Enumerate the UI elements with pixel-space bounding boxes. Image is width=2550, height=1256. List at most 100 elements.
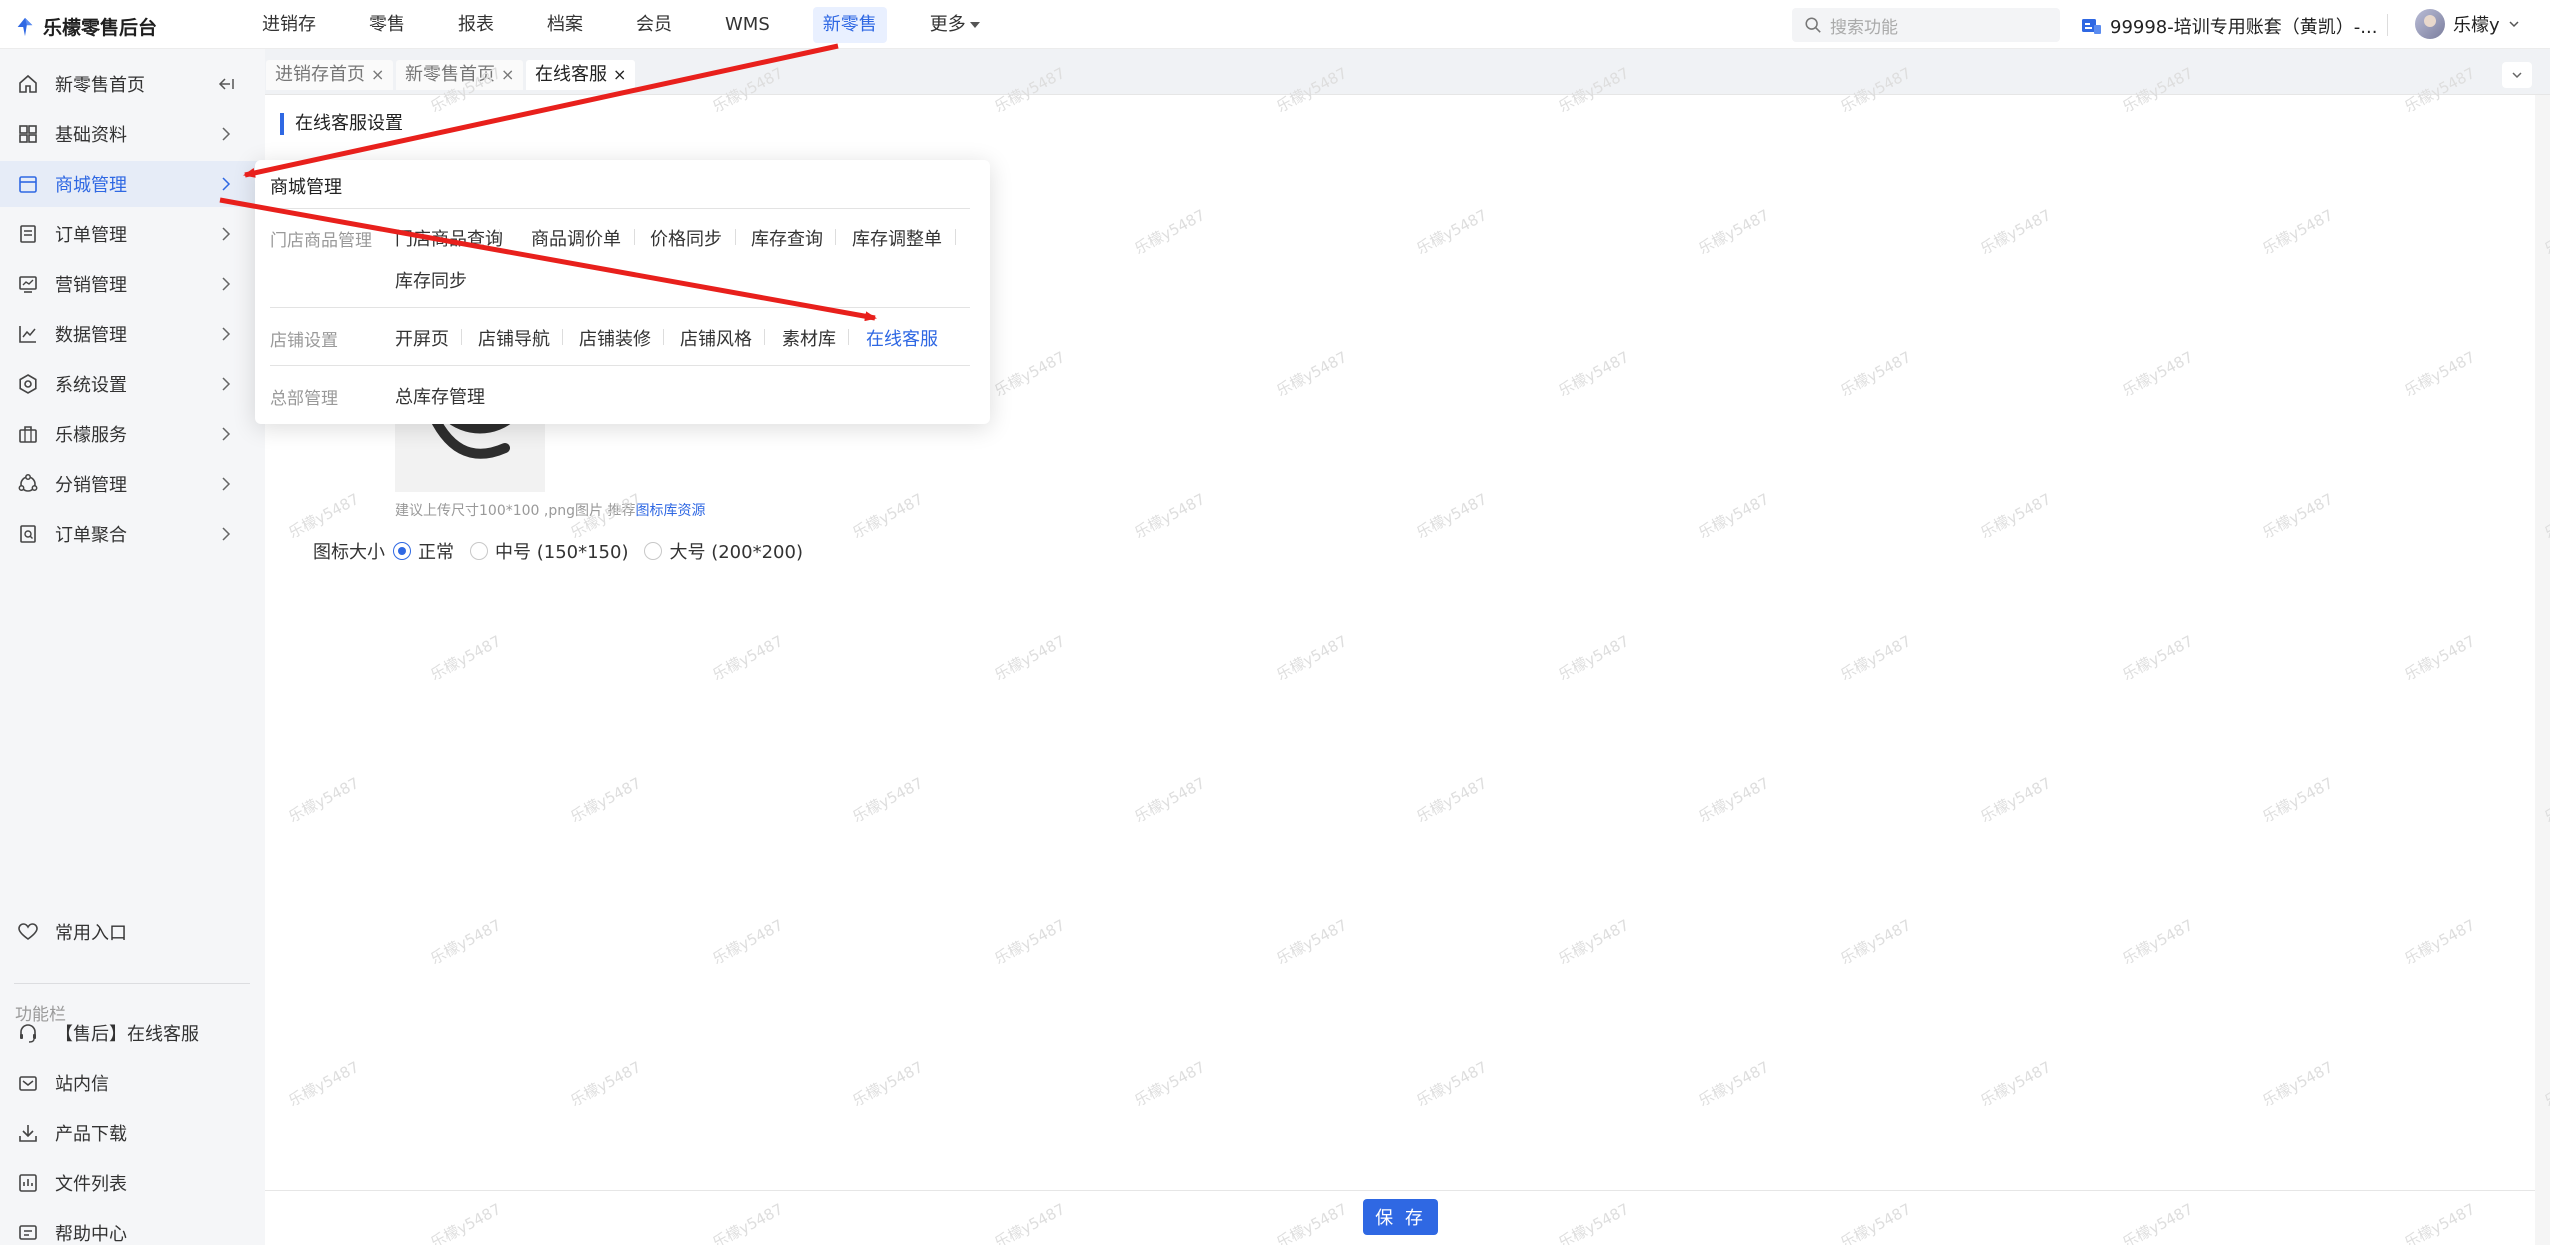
menu-link-splash-page[interactable]: 开屏页 <box>395 325 449 351</box>
chevron-down-icon <box>2512 72 2522 79</box>
sidebar-func-help[interactable]: 帮助中心 <box>0 1210 265 1256</box>
scrollbar[interactable] <box>2535 95 2550 1245</box>
size-radio-large[interactable]: 大号 (200*200) <box>644 538 803 564</box>
close-icon[interactable]: × <box>501 65 514 84</box>
menu-link-price-adjust[interactable]: 商品调价单 <box>531 225 621 251</box>
sidebar-func-file-list[interactable]: 文件列表 <box>0 1160 265 1206</box>
app-logo[interactable]: 乐檬零售后台 <box>14 13 157 40</box>
dropdown-divider <box>270 307 970 308</box>
document-icon <box>17 223 39 245</box>
upload-hint: 建议上传尺寸100*100 ,png图片 推荐图标库资源 <box>395 500 705 520</box>
radio-icon <box>644 542 663 560</box>
icon-size-row: 图标大小 正常 中号 (150*150) 大号 (200*200) <box>313 538 819 564</box>
menu-link-stock-query[interactable]: 库存查询 <box>751 225 823 251</box>
menu-link-store-decor[interactable]: 店铺装修 <box>579 325 651 351</box>
menu-link-stock-adjust[interactable]: 库存调整单 <box>852 225 942 251</box>
tab-label: 在线客服 <box>535 64 607 85</box>
sidebar-item-label: 基础资料 <box>55 125 127 146</box>
help-icon <box>17 1222 39 1244</box>
sidebar-item-data-management[interactable]: 数据管理 <box>0 311 265 357</box>
sidebar-item-label: 商城管理 <box>55 175 127 196</box>
sidebar-item-order-aggregation[interactable]: 订单聚合 <box>0 511 265 557</box>
topnav-item-reports[interactable]: 报表 <box>448 7 504 43</box>
header-divider <box>2387 14 2388 36</box>
tab-online-service[interactable]: 在线客服 × <box>526 60 636 90</box>
avatar <box>2415 9 2445 39</box>
menu-link-stock-sync[interactable]: 库存同步 <box>395 267 467 293</box>
sidebar-item-mall-management[interactable]: 商城管理 <box>0 161 265 207</box>
briefcase-icon <box>17 423 39 445</box>
top-nav: 进销存 零售 报表 档案 会员 WMS 新零售 更多 <box>252 0 1023 49</box>
heart-icon <box>17 921 39 943</box>
tab-jinxiaocun-home[interactable]: 进销存首页 × <box>266 60 394 90</box>
size-radio-normal[interactable]: 正常 <box>393 538 454 564</box>
close-icon[interactable]: × <box>613 65 626 84</box>
chart-icon <box>17 323 39 345</box>
file-list-icon <box>17 1172 39 1194</box>
dropdown-title: 商城管理 <box>270 177 342 198</box>
menu-link-price-sync[interactable]: 价格同步 <box>650 225 722 251</box>
sidebar-item-system-settings[interactable]: 系统设置 <box>0 361 265 407</box>
menu-link-material-library[interactable]: 素材库 <box>782 325 836 351</box>
topnav-item-wms[interactable]: WMS <box>715 7 780 43</box>
sidebar-item-label: 数据管理 <box>55 325 127 346</box>
home-icon <box>17 73 39 95</box>
icon-library-link[interactable]: 图标库资源 <box>635 503 705 519</box>
share-icon <box>17 473 39 495</box>
chevron-right-icon <box>222 177 231 191</box>
top-bar: 乐檬零售后台 进销存 零售 报表 档案 会员 WMS 新零售 更多 搜索功能 9… <box>0 0 2550 49</box>
sidebar-item-new-retail-home[interactable]: 新零售首页 <box>0 61 265 107</box>
topnav-item-archive[interactable]: 档案 <box>537 7 593 43</box>
link-separator <box>634 229 635 245</box>
close-icon[interactable]: × <box>371 65 384 84</box>
sidebar-func-download[interactable]: 产品下载 <box>0 1110 265 1156</box>
topnav-item-new-retail[interactable]: 新零售 <box>812 6 887 43</box>
chevron-right-icon <box>222 527 231 541</box>
tab-bar: 进销存首页 × 新零售首页 × 在线客服 × <box>265 49 2550 95</box>
icon-size-label: 图标大小 <box>313 542 385 563</box>
radio-label: 正常 <box>418 542 454 563</box>
collapse-sidebar-icon[interactable] <box>216 74 236 94</box>
chevron-right-icon <box>222 277 231 291</box>
tabs-menu-button[interactable] <box>2502 62 2532 88</box>
sidebar-item-label: 系统设置 <box>55 375 127 396</box>
chevron-right-icon <box>222 427 231 441</box>
topnav-more-label: 更多 <box>929 13 966 35</box>
sidebar-item-marketing[interactable]: 营销管理 <box>0 261 265 307</box>
topnav-item-members[interactable]: 会员 <box>626 7 682 43</box>
account-icon <box>2082 19 2101 34</box>
tab-label: 新零售首页 <box>405 64 495 85</box>
link-separator <box>461 329 462 345</box>
menu-link-store-product-query[interactable]: 门店商品查询 <box>395 225 503 251</box>
sidebar-item-lemeng-service[interactable]: 乐檬服务 <box>0 411 265 457</box>
sidebar-item-basic-data[interactable]: 基础资料 <box>0 111 265 157</box>
sidebar-item-distribution[interactable]: 分销管理 <box>0 461 265 507</box>
user-menu[interactable]: 乐檬y <box>2415 9 2520 39</box>
search-input[interactable]: 搜索功能 <box>1792 8 2060 42</box>
menu-link-online-service[interactable]: 在线客服 <box>866 325 938 351</box>
sidebar-item-order-management[interactable]: 订单管理 <box>0 211 265 257</box>
link-separator <box>735 229 736 245</box>
sidebar-item-label: 乐檬服务 <box>55 425 127 446</box>
account-switcher[interactable]: 99998-培训专用账套（黄凯）-... <box>2080 13 2377 39</box>
save-button[interactable]: 保 存 <box>1363 1199 1438 1235</box>
sidebar-favorites-label: 常用入口 <box>55 923 127 944</box>
upload-hint-text: 建议上传尺寸100*100 ,png图片 推荐 <box>395 503 636 519</box>
menu-link-store-style[interactable]: 店铺风格 <box>680 325 752 351</box>
link-separator <box>562 329 563 345</box>
topnav-item-retail[interactable]: 零售 <box>359 7 415 43</box>
link-separator <box>499 229 500 245</box>
sidebar-func-messages[interactable]: 站内信 <box>0 1060 265 1106</box>
topnav-item-more[interactable]: 更多 <box>920 7 990 43</box>
size-radio-medium[interactable]: 中号 (150*150) <box>470 538 628 564</box>
sidebar-func-label: 帮助中心 <box>55 1224 127 1245</box>
tab-new-retail-home[interactable]: 新零售首页 × <box>396 60 524 90</box>
chevron-right-icon <box>222 127 231 141</box>
sidebar-func-label: 站内信 <box>55 1074 109 1095</box>
dropdown-group-label: 总部管理 <box>270 389 338 409</box>
sidebar-favorites[interactable]: 常用入口 <box>0 909 265 955</box>
menu-link-hq-stock[interactable]: 总库存管理 <box>395 383 485 409</box>
topnav-item-jinxiaocun[interactable]: 进销存 <box>252 7 326 43</box>
sidebar-func-online-service[interactable]: 【售后】在线客服 <box>0 1010 265 1056</box>
menu-link-store-nav[interactable]: 店铺导航 <box>478 325 550 351</box>
